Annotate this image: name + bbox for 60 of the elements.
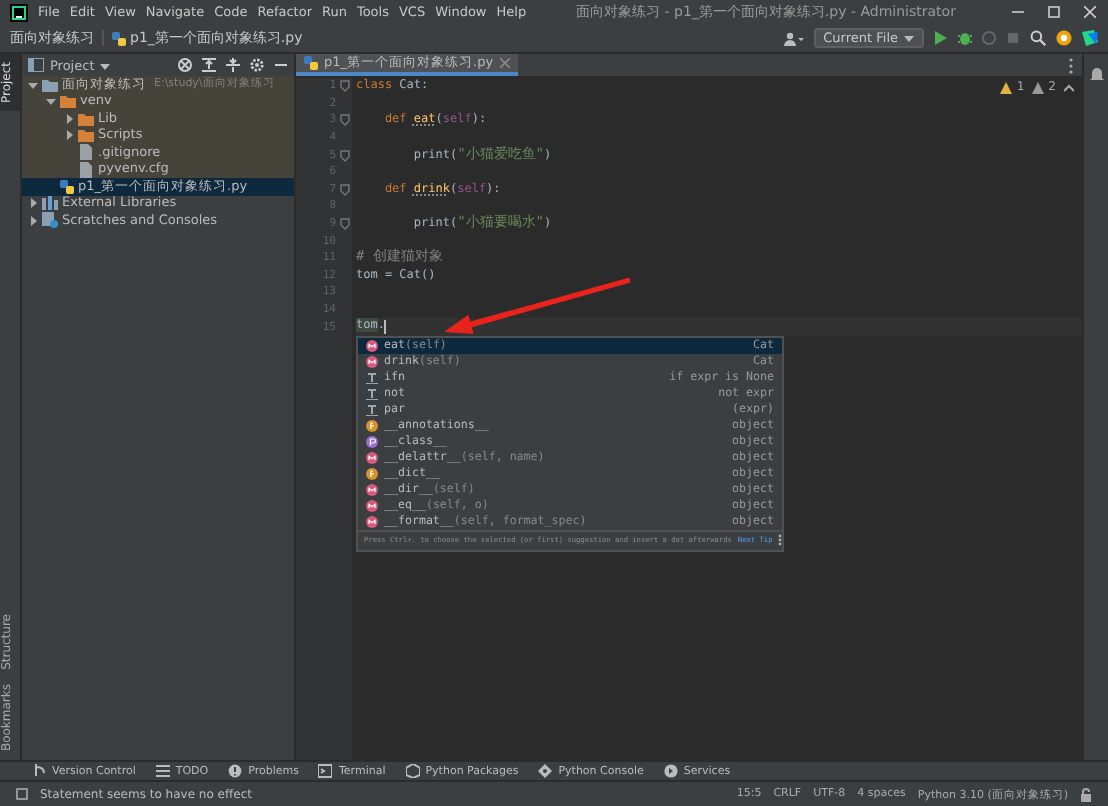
method-icon [366,355,378,368]
debug-icon[interactable] [958,30,972,46]
logo-icon[interactable] [1082,30,1098,46]
fold-icon[interactable] [340,80,350,93]
scratch-icon [42,212,58,229]
maximize-icon[interactable] [1048,6,1060,18]
template-icon [366,371,378,384]
fold-icon[interactable] [340,183,350,196]
field-icon [366,467,378,480]
python-file-icon [304,56,318,70]
close-icon[interactable] [1084,6,1096,18]
warning-icon [1000,81,1013,93]
console-icon [538,764,553,778]
fold-icon[interactable] [340,218,350,231]
vcs-icon [32,764,46,778]
expand-arrow-icon[interactable] [28,215,38,226]
problems-icon [228,764,243,778]
settings-icon[interactable] [250,58,264,72]
template-icon [366,387,378,400]
expand-arrow-icon[interactable] [64,113,74,124]
collapse-arrow-icon[interactable] [46,96,56,107]
fold-icon[interactable] [340,149,350,162]
python-file-icon [60,179,74,194]
lock-icon[interactable] [1080,787,1092,801]
services-icon [663,764,678,778]
user-icon[interactable] [783,31,804,45]
more-icon[interactable] [778,534,783,547]
expand-arrow-icon[interactable] [28,198,38,209]
run-icon[interactable] [934,30,948,46]
hide-icon[interactable] [274,58,288,72]
field-icon [366,419,378,432]
app-logo-icon [10,3,28,21]
method-icon [366,499,378,512]
library-icon [42,196,58,211]
collapse-all-icon[interactable] [226,58,240,72]
terminal-icon [318,764,333,778]
property-icon [366,435,378,448]
notifications-icon[interactable] [1089,66,1103,82]
caret-icon [904,34,914,42]
more-icon[interactable] [1068,57,1074,73]
search-icon[interactable] [1030,30,1046,46]
locate-icon[interactable] [178,58,192,72]
minimize-icon[interactable] [1012,6,1024,18]
python-file-icon [112,31,126,45]
caret-icon [100,61,111,69]
warning-icon [1032,81,1045,93]
template-icon [366,403,378,416]
update-icon[interactable] [1056,30,1072,46]
expand-arrow-icon[interactable] [64,130,74,141]
packages-icon [405,764,420,778]
method-icon [366,483,378,496]
method-icon [366,515,378,528]
expand-all-icon[interactable] [202,58,216,72]
fold-icon[interactable] [340,114,350,127]
toggle-panels-icon[interactable] [16,788,28,800]
method-icon [366,339,378,352]
todo-icon [155,764,170,778]
collapse-arrow-icon[interactable] [28,79,38,90]
chevron-up-icon[interactable] [1064,83,1074,91]
method-icon [366,451,378,464]
